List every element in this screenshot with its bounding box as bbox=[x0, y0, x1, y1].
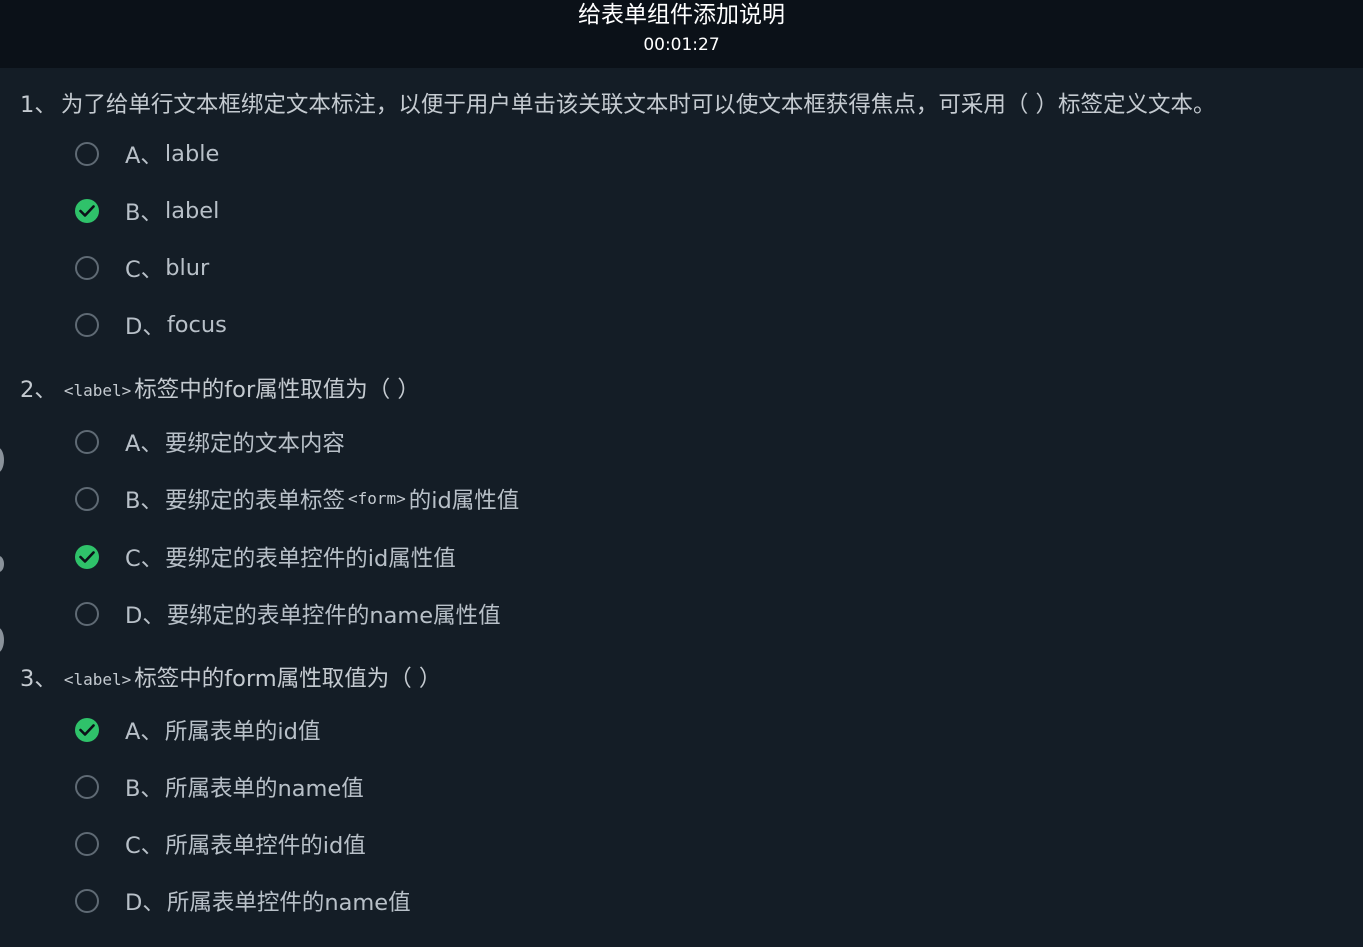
question-2: 2、 <label> 标签中的for属性取值为（ ） bbox=[20, 375, 1355, 407]
option-letter: B、 bbox=[125, 776, 163, 802]
radio-button[interactable] bbox=[75, 313, 99, 337]
edge-handle[interactable] bbox=[0, 556, 4, 572]
question-text: 为了给单行文本框绑定文本标注，以便于用户单击该关联文本时可以使文本框获得焦点，可… bbox=[60, 92, 1216, 118]
question-number: 2、 bbox=[20, 377, 57, 403]
option-letter: D、 bbox=[125, 603, 165, 629]
option-text: 要绑定的文本内容 bbox=[164, 431, 345, 457]
option-q2-d[interactable]: D、 要绑定的表单控件的name属性值 bbox=[75, 599, 501, 629]
timer: 00:01:27 bbox=[643, 35, 720, 55]
option-q2-b[interactable]: B、 要绑定的表单标签 <form> 的id属性值 bbox=[75, 484, 519, 514]
code-tag: <form> bbox=[347, 488, 406, 508]
radio-checked-icon[interactable] bbox=[75, 545, 99, 569]
radio-button[interactable] bbox=[75, 142, 99, 166]
radio-button[interactable] bbox=[75, 430, 99, 454]
option-q1-c[interactable]: C、 blur bbox=[75, 253, 209, 283]
edge-handle[interactable] bbox=[0, 627, 4, 653]
option-letter: B、 bbox=[125, 488, 163, 514]
option-letter: D、 bbox=[125, 314, 165, 340]
option-q3-c[interactable]: C、 所属表单控件的id值 bbox=[75, 829, 366, 859]
header-bar: 给表单组件添加说明 00:01:27 bbox=[0, 0, 1363, 68]
question-number: 1、 bbox=[20, 92, 57, 118]
option-text: 要绑定的表单控件的id属性值 bbox=[165, 546, 456, 572]
radio-button[interactable] bbox=[75, 775, 99, 799]
option-text: blur bbox=[165, 255, 210, 281]
option-text: 所属表单的name值 bbox=[164, 776, 364, 802]
option-q1-b[interactable]: B、 label bbox=[75, 196, 219, 226]
radio-checked-icon[interactable] bbox=[75, 718, 99, 742]
question-1: 1、 为了给单行文本框绑定文本标注，以便于用户单击该关联文本时可以使文本框获得焦点… bbox=[20, 90, 1355, 120]
option-text: lable bbox=[164, 141, 220, 167]
option-q3-d[interactable]: D、 所属表单控件的name值 bbox=[75, 886, 411, 916]
option-text: 所属表单控件的id值 bbox=[165, 833, 366, 859]
option-q2-c[interactable]: C、 要绑定的表单控件的id属性值 bbox=[75, 542, 456, 572]
option-q3-b[interactable]: B、 所属表单的name值 bbox=[75, 772, 364, 802]
option-text-after: 的id属性值 bbox=[408, 488, 520, 514]
option-letter: D、 bbox=[125, 890, 165, 916]
option-text: 要绑定的表单标签 bbox=[164, 488, 345, 514]
code-tag: <label> bbox=[63, 670, 132, 689]
code-tag: <label> bbox=[63, 381, 132, 400]
option-letter: C、 bbox=[125, 546, 164, 572]
radio-button[interactable] bbox=[75, 487, 99, 511]
radio-button[interactable] bbox=[75, 832, 99, 856]
question-number: 3、 bbox=[20, 666, 57, 692]
radio-button[interactable] bbox=[75, 602, 99, 626]
option-text: focus bbox=[166, 312, 227, 338]
option-text: 所属表单的id值 bbox=[164, 719, 321, 745]
option-q3-a[interactable]: A、 所属表单的id值 bbox=[75, 715, 320, 745]
radio-button[interactable] bbox=[75, 889, 99, 913]
question-text: 标签中的form属性取值为（ ） bbox=[134, 666, 442, 692]
option-text: label bbox=[164, 198, 220, 224]
option-letter: C、 bbox=[125, 257, 164, 283]
edge-handle[interactable] bbox=[0, 447, 4, 473]
radio-checked-icon[interactable] bbox=[75, 199, 99, 223]
radio-button[interactable] bbox=[75, 256, 99, 280]
option-q1-a[interactable]: A、 lable bbox=[75, 139, 219, 169]
option-q1-d[interactable]: D、 focus bbox=[75, 310, 227, 340]
question-text: 标签中的for属性取值为（ ） bbox=[134, 377, 420, 403]
option-letter: B、 bbox=[125, 200, 163, 226]
option-text: 所属表单控件的name值 bbox=[166, 890, 411, 916]
page-title: 给表单组件添加说明 bbox=[578, 2, 785, 28]
option-letter: C、 bbox=[125, 833, 164, 859]
option-letter: A、 bbox=[125, 143, 163, 169]
option-text: 要绑定的表单控件的name属性值 bbox=[166, 603, 501, 629]
question-3: 3、 <label> 标签中的form属性取值为（ ） bbox=[20, 664, 1355, 696]
option-letter: A、 bbox=[125, 719, 163, 745]
option-letter: A、 bbox=[125, 431, 163, 457]
option-q2-a[interactable]: A、 要绑定的文本内容 bbox=[75, 427, 345, 457]
